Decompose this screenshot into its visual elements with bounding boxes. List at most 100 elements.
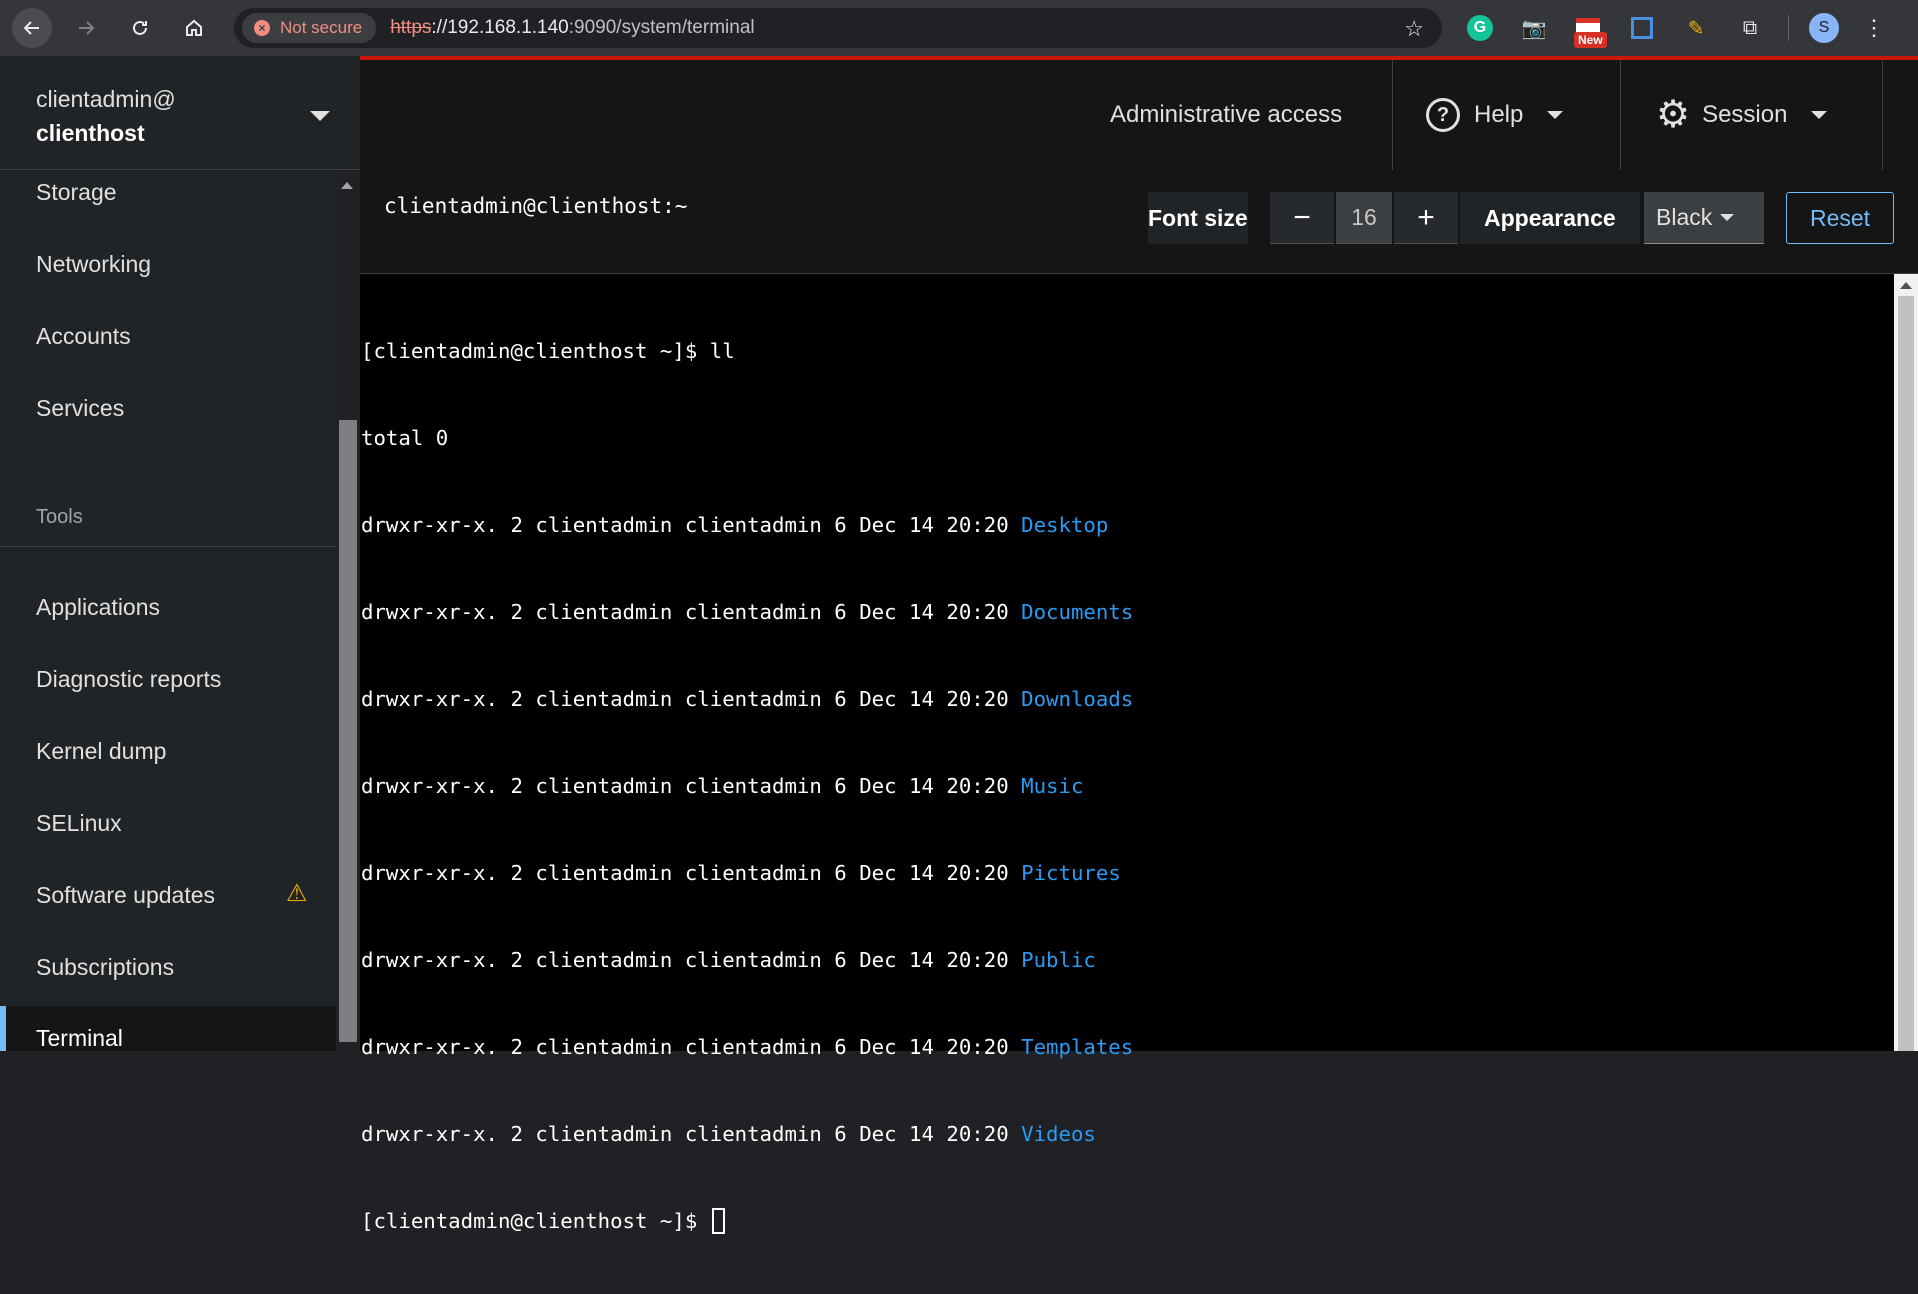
directory-name: Templates [1021,1035,1134,1059]
address-bar[interactable]: × Not secure https://192.168.1.140:9090/… [234,8,1442,48]
home-button[interactable] [174,8,214,48]
help-menu[interactable]: ? Help [1426,60,1564,170]
directory-name: Desktop [1021,513,1109,537]
back-button[interactable] [12,8,52,48]
font-size-value[interactable]: 16 [1336,192,1392,244]
home-icon [186,19,202,36]
sidebar-item-label: Accounts [36,322,131,349]
chevron-down-icon [1720,214,1735,221]
toolbar-divider [1788,15,1789,41]
profile-avatar[interactable]: S [1809,13,1839,43]
top-bar: Administrative access ? Help ⚙ Session [360,60,1918,170]
reset-button[interactable]: Reset [1786,192,1894,244]
camera-extension[interactable]: 📷 [1514,8,1554,48]
topbar-divider [1620,60,1621,170]
new-extension[interactable]: New [1568,8,1608,48]
host-switcher[interactable]: clientadmin@ clienthost [0,56,360,170]
font-size-label: Font size [1148,204,1248,231]
scroll-up-arrow-icon[interactable] [341,182,353,189]
terminal-toolbar: clientadmin@clienthost:~ Font size − 16 … [360,170,1918,274]
sidebar-item-networking[interactable]: Networking [0,232,336,296]
sidebar-item-accounts[interactable]: Accounts [0,304,336,368]
terminal-line: drwxr-xr-x. 2 clientadmin clientadmin 6 … [361,859,1894,888]
topbar-divider [1882,60,1883,170]
sidebar-item-label: Terminal [36,1024,123,1051]
sidebar-item-services[interactable]: Services [0,376,336,440]
cockpit-app: clientadmin@ clienthost Administrative a… [0,56,1918,1234]
forward-button[interactable] [66,8,106,48]
url-scheme: https [390,17,432,38]
session-menu[interactable]: ⚙ Session [1656,60,1828,170]
sidebar-item-applications[interactable]: Applications [0,575,336,639]
not-secure-icon: × [254,20,270,36]
terminal-line: total 0 [361,426,449,450]
help-icon: ? [1426,98,1460,132]
sidebar-item-storage[interactable]: Storage [0,170,336,224]
puzzle-icon: ⧉ [1742,16,1758,39]
url-path: :9090/system/terminal [568,17,755,38]
reload-icon [133,20,147,35]
screen-capture-extension[interactable] [1622,8,1662,48]
tools-section-heading: Tools [36,506,83,528]
extensions-button[interactable]: ⧉ [1730,8,1770,48]
terminal-line: drwxr-xr-x. 2 clientadmin clientadmin 6 … [361,598,1894,627]
terminal-cursor [711,1208,725,1234]
security-label: Not secure [280,18,363,37]
reload-button[interactable] [120,8,160,48]
directory-name: Music [1021,774,1084,798]
more-menu-icon[interactable]: ⋮ [1863,15,1885,41]
sidebar-item-subscriptions[interactable]: Subscriptions [0,935,336,999]
sidebar-item-software-updates[interactable]: Software updates ⚠ [0,863,336,927]
chevron-down-icon [310,111,330,121]
grammarly-icon: G [1467,15,1493,41]
appearance-value: Black [1656,204,1713,230]
sidebar-item-terminal[interactable]: Terminal [0,1006,336,1051]
bookmark-star-icon[interactable]: ☆ [1404,16,1424,42]
terminal-line: drwxr-xr-x. 2 clientadmin clientadmin 6 … [361,685,1894,714]
sidebar-item-label: SELinux [36,809,122,836]
sidebar-item-label: Kernel dump [36,737,167,764]
sidebar-item-label: Storage [36,178,117,205]
browser-toolbar: × Not secure https://192.168.1.140:9090/… [0,0,1918,56]
sidebar-item-diagnostic-reports[interactable]: Diagnostic reports [0,647,336,711]
terminal-line: [clientadmin@clienthost ~]$ ll [361,339,735,363]
sidebar-item-label: Software updates [36,881,216,908]
warning-icon: ⚠ [286,880,308,907]
pen-extension[interactable]: ✎ [1676,8,1716,48]
directory-name: Videos [1021,1122,1096,1146]
session-label: Session [1702,101,1788,128]
url-text[interactable]: https://192.168.1.140:9090/system/termin… [390,17,754,39]
topbar-divider [1392,60,1393,170]
sidebar-item-kernel-dump[interactable]: Kernel dump [0,719,336,783]
terminal-scrollbar-thumb[interactable] [1898,296,1914,1051]
directory-name: Documents [1021,600,1134,624]
terminal-screen[interactable]: [clientadmin@clienthost ~]$ ll total 0 d… [360,274,1894,1234]
terminal-line: drwxr-xr-x. 2 clientadmin clientadmin 6 … [361,946,1894,975]
directory-name: Pictures [1021,861,1121,885]
security-indicator[interactable]: × Not secure [242,13,377,43]
sidebar-scrollbar-thumb[interactable] [339,420,357,1042]
appearance-select[interactable]: Black [1644,192,1764,244]
administrative-access-label: Administrative access [1110,101,1343,128]
entry-prefix: drwxr-xr-x. 2 clientadmin clientadmin 6 … [361,513,1022,537]
font-size-decrease-button[interactable]: − [1270,192,1334,244]
entry-prefix: drwxr-xr-x. 2 clientadmin clientadmin 6 … [361,948,1022,972]
terminal-line: drwxr-xr-x. 2 clientadmin clientadmin 6 … [361,1033,1894,1062]
scroll-up-arrow-icon[interactable] [1900,282,1912,289]
font-size-increase-button[interactable]: + [1394,192,1458,244]
administrative-access-button[interactable]: Administrative access [1110,60,1342,170]
entry-prefix: drwxr-xr-x. 2 clientadmin clientadmin 6 … [361,774,1022,798]
sidebar-nav: Storage Networking Accounts Services Too… [0,170,336,1051]
new-badge: New [1574,32,1607,48]
url-host: ://192.168.1.140 [431,17,569,38]
arrow-right-icon [79,21,95,35]
directory-name: Downloads [1021,687,1134,711]
gear-icon: ⚙ [1656,94,1691,136]
host-name: clienthost [36,120,145,146]
chevron-down-icon [1547,111,1564,119]
terminal-prompt-line: [clientadmin@clienthost ~]$ [361,1207,1894,1236]
help-label: Help [1474,101,1524,128]
sidebar-item-selinux[interactable]: SELinux [0,791,336,855]
entry-prefix: drwxr-xr-x. 2 clientadmin clientadmin 6 … [361,600,1022,624]
grammarly-extension[interactable]: G [1460,8,1500,48]
